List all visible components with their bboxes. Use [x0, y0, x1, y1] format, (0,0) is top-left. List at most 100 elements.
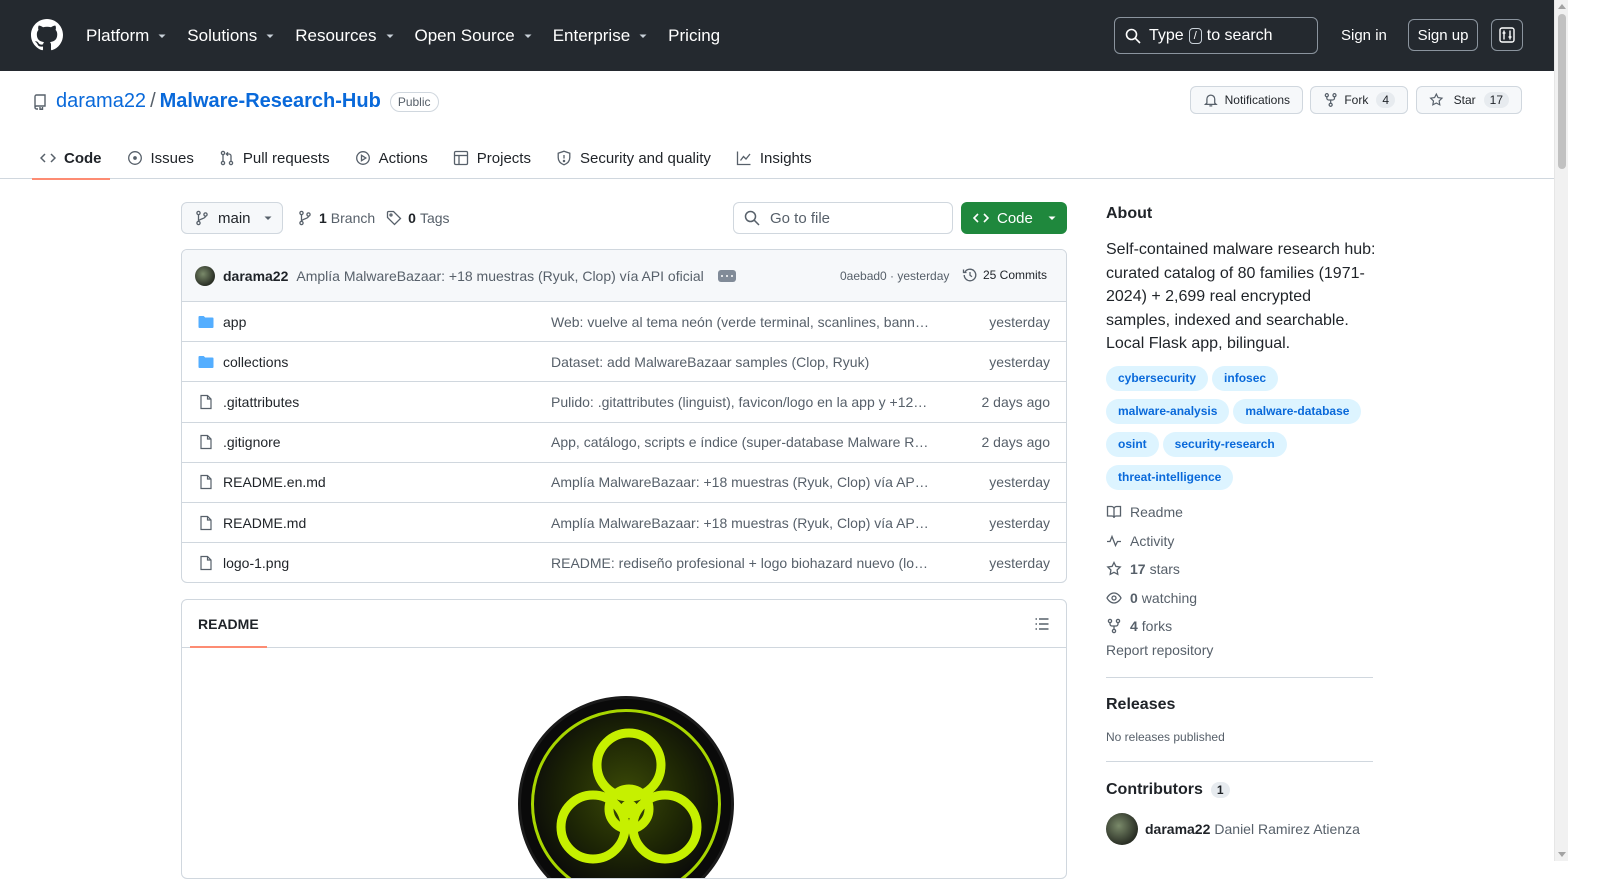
meta-link-readme[interactable]: Readme — [1106, 498, 1197, 527]
file-name[interactable]: README.en.md — [223, 474, 326, 490]
releases-heading[interactable]: Releases — [1106, 696, 1175, 714]
tab-code[interactable]: Code — [32, 137, 110, 180]
file-name[interactable]: .gitattributes — [223, 394, 299, 410]
scroll-thumb[interactable] — [1558, 14, 1566, 169]
topic-tag[interactable]: infosec — [1212, 366, 1279, 391]
file-commit-message[interactable]: Amplía MalwareBazaar: +18 muestras (Ryuk… — [551, 474, 931, 490]
meta-link-count: 17 — [1130, 561, 1146, 578]
file-icon — [200, 515, 212, 530]
file-row[interactable]: README.en.md Amplía MalwareBazaar: +18 mu… — [182, 463, 1066, 503]
file-commit-message[interactable]: Amplía MalwareBazaar: +18 muestras (Ryuk… — [551, 515, 931, 531]
table-of-contents-icon[interactable] — [1034, 616, 1050, 632]
branch-label[interactable]: Branch — [331, 210, 375, 226]
biohazard-icon — [556, 728, 702, 864]
star-button[interactable]: Star 17 — [1416, 86, 1522, 114]
nav-item-pricing[interactable]: Pricing — [668, 26, 720, 46]
commit-meta[interactable]: 0aebad0 · yesterday — [840, 269, 949, 283]
scroll-up-arrow-icon[interactable] — [1558, 4, 1566, 9]
meta-link-forks[interactable]: 4 forks — [1106, 612, 1197, 641]
nav-item-open-source[interactable]: Open Source — [415, 26, 533, 46]
code-button[interactable]: Code — [961, 202, 1067, 234]
branch-count[interactable]: 1 — [319, 210, 327, 226]
sign-in-link[interactable]: Sign in — [1341, 27, 1387, 44]
nav-item-enterprise[interactable]: Enterprise — [553, 26, 648, 46]
fork-button[interactable]: Fork 4 — [1310, 86, 1408, 114]
search-icon — [1125, 28, 1141, 44]
nav-item-label: Resources — [295, 25, 377, 45]
notifications-button[interactable]: Notifications — [1190, 86, 1303, 114]
code-icon — [40, 153, 56, 163]
tab-actions[interactable]: Actions — [347, 137, 436, 179]
avatar[interactable] — [1106, 813, 1138, 845]
tab-projects[interactable]: Projects — [445, 137, 539, 179]
topic-tag[interactable]: osint — [1106, 432, 1159, 457]
file-commit-message[interactable]: Dataset: add MalwareBazaar samples (Clop… — [551, 354, 931, 370]
topic-tag[interactable]: malware-analysis — [1106, 399, 1230, 424]
scroll-down-arrow-icon[interactable] — [1558, 852, 1566, 857]
file-row[interactable]: .gitattributes Pulido: .gitattributes (li… — [182, 382, 1066, 423]
file-row[interactable]: logo-1.png README: rediseño profesional +… — [182, 543, 1066, 582]
branch-selector[interactable]: main — [181, 202, 283, 234]
file-name[interactable]: README.md — [223, 515, 306, 531]
file-name[interactable]: logo-1.png — [223, 555, 289, 571]
report-repository-link[interactable]: Report repository — [1106, 642, 1213, 658]
file-list: app Web: vuelve al tema neón (verde termi… — [182, 302, 1066, 582]
avatar[interactable] — [195, 265, 215, 286]
chevron-down-icon — [158, 34, 166, 38]
contributors-heading[interactable]: Contributors 1 — [1106, 781, 1230, 799]
fork-icon — [1324, 93, 1337, 107]
repository-header: darama22 / Malware-Research-Hub Public N… — [0, 71, 1554, 180]
tag-label[interactable]: Tags — [420, 210, 450, 226]
fork-label: Fork — [1344, 93, 1369, 107]
repo-name-link[interactable]: Malware-Research-Hub — [160, 90, 381, 113]
topic-tag[interactable]: malware-database — [1233, 399, 1362, 424]
file-row[interactable]: app Web: vuelve al tema neón (verde termi… — [182, 302, 1066, 343]
file-commit-message[interactable]: App, catálogo, scripts e índice (super-d… — [551, 434, 931, 450]
commit-history-link[interactable]: 25 Commits — [962, 267, 1047, 283]
contributor-login[interactable]: darama22 — [1145, 821, 1210, 837]
meta-link-activity[interactable]: Activity — [1106, 527, 1197, 556]
go-to-file-input[interactable]: Go to file — [733, 202, 953, 234]
tab-insights[interactable]: Insights — [728, 137, 820, 179]
file-commit-message[interactable]: Web: vuelve al tema neón (verde terminal… — [551, 314, 931, 330]
branch-icon — [299, 210, 311, 226]
branch-name: main — [218, 209, 251, 227]
tab-security-and-quality[interactable]: Security and quality — [548, 137, 719, 179]
nav-item-solutions[interactable]: Solutions — [187, 26, 275, 46]
contributor-item[interactable]: darama22 Daniel Ramirez Atienza — [1106, 813, 1360, 845]
file-row[interactable]: .gitignore App, catálogo, scripts e índic… — [182, 423, 1066, 463]
file-icon — [200, 435, 212, 450]
tag-count[interactable]: 0 — [408, 210, 416, 226]
tab-pull-requests[interactable]: Pull requests — [211, 137, 338, 179]
github-logo-icon[interactable] — [31, 19, 63, 51]
page-scrollbar[interactable] — [1554, 0, 1568, 861]
file-row[interactable]: README.md Amplía MalwareBazaar: +18 muest… — [182, 503, 1066, 544]
file-commit-message[interactable]: Pulido: .gitattributes (linguist), favic… — [551, 394, 931, 410]
topic-tag[interactable]: security-research — [1162, 432, 1287, 457]
repo-owner-link[interactable]: darama22 — [56, 90, 146, 113]
settings-menu-button[interactable] — [1491, 19, 1523, 51]
commit-message[interactable]: Amplía MalwareBazaar: +18 muestras (Ryuk… — [296, 268, 703, 284]
sign-up-button[interactable]: Sign up — [1408, 19, 1478, 51]
nav-item-platform[interactable]: Platform — [86, 26, 167, 46]
topic-tag[interactable]: cybersecurity — [1106, 366, 1209, 391]
expand-commit-button[interactable] — [717, 269, 736, 282]
file-name[interactable]: .gitignore — [223, 434, 281, 450]
fork-count: 4 — [1376, 92, 1395, 108]
file-commit-time: yesterday — [989, 514, 1050, 531]
file-row[interactable]: collections Dataset: add MalwareBazaar sa… — [182, 342, 1066, 383]
topic-tag[interactable]: threat-intelligence — [1106, 465, 1234, 490]
nav-item-resources[interactable]: Resources — [295, 26, 394, 46]
file-commit-message[interactable]: README: rediseño profesional + logo bioh… — [551, 555, 931, 571]
file-name[interactable]: collections — [223, 354, 288, 370]
file-commit-time: yesterday — [989, 474, 1050, 491]
global-header: Platform Solutions Resources Open Source Ent… — [0, 0, 1554, 71]
meta-link-watching[interactable]: 0 watching — [1106, 584, 1197, 613]
tab-issues[interactable]: Issues — [119, 137, 202, 179]
file-name[interactable]: app — [223, 314, 246, 330]
meta-link-stars[interactable]: 17 stars — [1106, 555, 1197, 584]
global-search[interactable]: Type / to search — [1114, 17, 1318, 54]
commit-author[interactable]: darama22 — [223, 268, 288, 284]
readme-tab[interactable]: README — [190, 616, 267, 648]
readme-panel: README — [181, 599, 1067, 879]
